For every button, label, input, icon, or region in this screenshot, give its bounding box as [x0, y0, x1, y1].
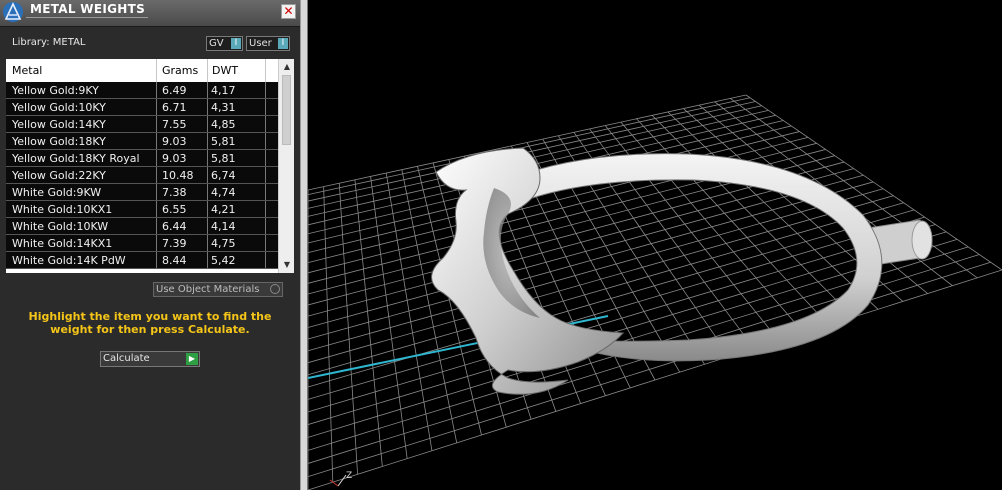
metal-cell: White Gold:9KW	[12, 186, 102, 199]
grams-cell: 7.39	[162, 237, 187, 250]
metal-cell: Yellow Gold:22KY	[12, 169, 106, 182]
grams-cell: 6.44	[162, 220, 187, 233]
calculate-label: Calculate	[103, 353, 150, 364]
grams-cell: 7.55	[162, 118, 187, 131]
library-label: Library: METAL	[12, 37, 86, 48]
column-header-dwt[interactable]: DWT	[212, 64, 238, 77]
grid-line	[651, 115, 854, 318]
viewport-canvas: Z	[308, 94, 1002, 490]
dwt-cell: 4,74	[211, 186, 236, 199]
ring-model[interactable]	[431, 147, 933, 395]
hint-text: Highlight the item you want to find the …	[28, 310, 272, 336]
column-header-grams[interactable]: Grams	[162, 64, 198, 77]
user-label: User	[249, 38, 272, 49]
panel-splitter[interactable]	[300, 0, 308, 490]
title-underline	[26, 17, 148, 18]
gv-toggle[interactable]: GV I	[206, 36, 243, 51]
use-object-materials-label: Use Object Materials	[156, 284, 260, 295]
grid-line	[338, 183, 358, 475]
grams-cell: 8.44	[162, 254, 187, 267]
metal-cell: Yellow Gold:10KY	[12, 101, 106, 114]
table-row[interactable]: White Gold:14K PdW 8.44 5,42	[6, 252, 278, 269]
column-separator[interactable]	[265, 59, 266, 82]
grams-cell: 6.71	[162, 101, 187, 114]
table-rows: Yellow Gold:9KY 6.49 4,17 Yellow Gold:10KY…	[6, 82, 278, 269]
panel-titlebar[interactable]: METAL WEIGHTS ✕	[0, 0, 300, 27]
table-header: Metal Grams DWT	[6, 59, 278, 82]
3d-viewport[interactable]: Z	[308, 0, 1002, 490]
panel-title: METAL WEIGHTS	[30, 2, 146, 16]
metal-table: Metal Grams DWT Yellow Gold:9KY 6.49 4,17 …	[6, 59, 294, 273]
grid-line	[354, 179, 383, 467]
table-row[interactable]: Yellow Gold:18KY Royal 9.03 5,81	[6, 150, 278, 167]
table-row[interactable]: Yellow Gold:14KY 7.55 4,85	[6, 116, 278, 133]
table-row[interactable]: White Gold:10KX1 6.55 4,21	[6, 201, 278, 218]
scroll-down-icon[interactable]: ▼	[281, 259, 293, 271]
dwt-cell: 5,81	[211, 152, 236, 165]
grams-cell: 7.38	[162, 186, 187, 199]
user-toggle[interactable]: User I	[246, 36, 290, 51]
axis-label-z: Z	[346, 471, 352, 481]
calculate-button[interactable]: Calculate ▶	[100, 351, 200, 367]
close-button[interactable]: ✕	[281, 4, 296, 19]
column-header-metal[interactable]: Metal	[12, 64, 42, 77]
grams-cell: 6.49	[162, 84, 187, 97]
metal-cell: Yellow Gold:18KY Royal	[12, 152, 140, 165]
table-row[interactable]: Yellow Gold:18KY 9.03 5,81	[6, 133, 278, 150]
table-row[interactable]: White Gold:10KW 6.44 4,14	[6, 218, 278, 235]
radio-icon	[270, 284, 280, 294]
close-icon: ✕	[283, 4, 294, 18]
table-row[interactable]: Yellow Gold:9KY 6.49 4,17	[6, 82, 278, 99]
metal-cell: White Gold:14K PdW	[12, 254, 126, 267]
metal-cell: White Gold:10KW	[12, 220, 109, 233]
gv-toggle-icon: I	[231, 38, 241, 49]
scrollbar-thumb[interactable]	[282, 75, 291, 145]
table-row[interactable]: Yellow Gold:10KY 6.71 4,31	[6, 99, 278, 116]
metal-cell: White Gold:14KX1	[12, 237, 113, 250]
dwt-cell: 4,14	[211, 220, 236, 233]
dwt-cell: 5,81	[211, 135, 236, 148]
metal-cell: Yellow Gold:18KY	[12, 135, 106, 148]
dwt-cell: 4,85	[211, 118, 236, 131]
play-icon: ▶	[186, 353, 198, 365]
grams-cell: 9.03	[162, 135, 187, 148]
dwt-cell: 4,31	[211, 101, 236, 114]
table-scrollbar[interactable]: ▲ ▼	[278, 59, 294, 273]
column-separator[interactable]	[156, 59, 157, 82]
peg-end	[911, 220, 933, 260]
axis-gizmo: Z	[329, 471, 352, 487]
grams-cell: 6.55	[162, 203, 187, 216]
scroll-up-icon[interactable]: ▲	[281, 61, 293, 73]
user-toggle-icon: I	[278, 38, 288, 49]
app-logo-icon	[3, 2, 23, 22]
metal-cell: White Gold:10KX1	[12, 203, 113, 216]
metal-cell: Yellow Gold:9KY	[12, 84, 99, 97]
table-row[interactable]: White Gold:14KX1 7.39 4,75	[6, 235, 278, 252]
grams-cell: 10.48	[162, 169, 194, 182]
use-object-materials-toggle[interactable]: Use Object Materials	[153, 282, 283, 297]
dwt-cell: 6,74	[211, 169, 236, 182]
table-row[interactable]: White Gold:9KW 7.38 4,74	[6, 184, 278, 201]
table-row[interactable]: Yellow Gold:22KY 10.48 6,74	[6, 167, 278, 184]
gv-label: GV	[209, 38, 224, 49]
dwt-cell: 4,75	[211, 237, 236, 250]
column-separator[interactable]	[207, 59, 208, 82]
dwt-cell: 5,42	[211, 254, 236, 267]
dwt-cell: 4,21	[211, 203, 236, 216]
metal-weights-panel: METAL WEIGHTS ✕ Library: METAL GV I User…	[0, 0, 300, 490]
dwt-cell: 4,17	[211, 84, 236, 97]
grams-cell: 9.03	[162, 152, 187, 165]
grid-line	[401, 169, 458, 443]
metal-cell: Yellow Gold:14KY	[12, 118, 106, 131]
